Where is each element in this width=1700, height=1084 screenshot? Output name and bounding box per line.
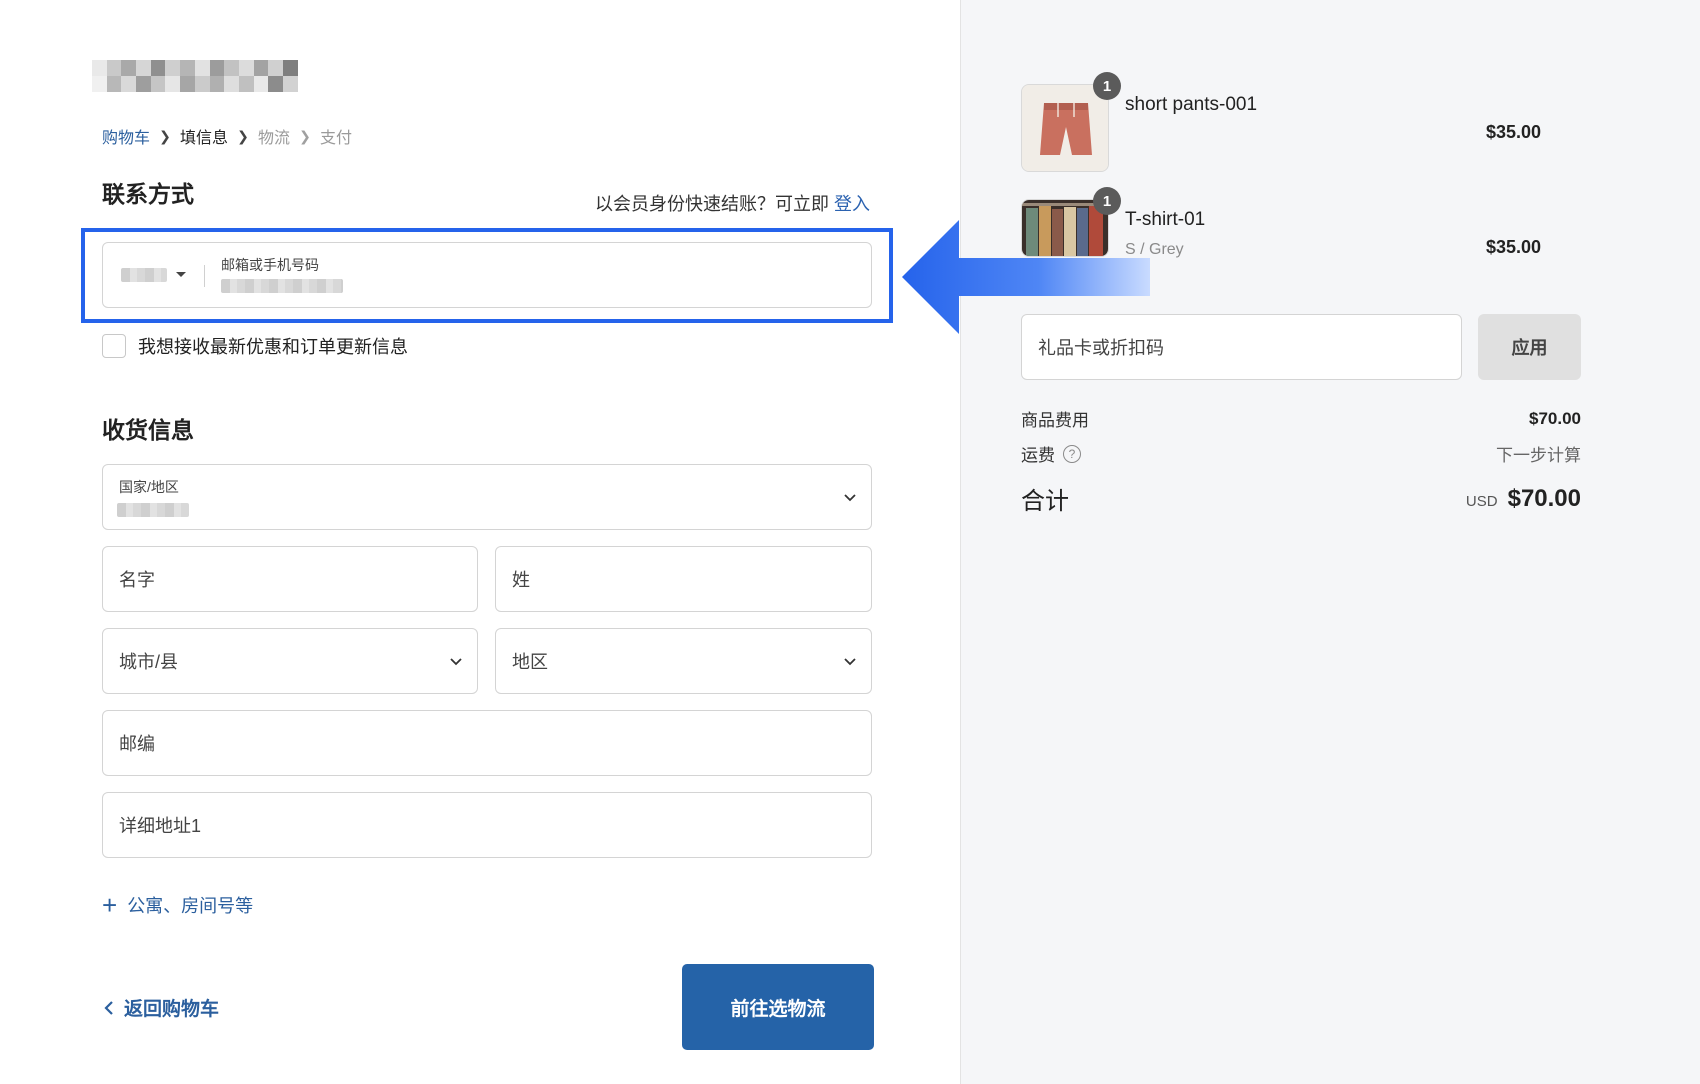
- discount-code-placeholder: 礼品卡或折扣码: [1038, 338, 1164, 358]
- shipping-row: 运费 ? 下一步计算: [1021, 441, 1581, 466]
- total-value: $70.00: [1507, 484, 1581, 512]
- shorts-image: [1022, 85, 1108, 171]
- country-value: [117, 503, 189, 517]
- city-placeholder: 城市/县: [119, 652, 179, 672]
- newsletter-checkbox-row[interactable]: 我想接收最新优惠和订单更新信息: [102, 333, 408, 359]
- chevron-left-icon: [104, 1000, 113, 1015]
- login-prompt-text: 以会员身份快速结账？可立即: [594, 194, 829, 214]
- member-login-prompt: 以会员身份快速结账？可立即 登入: [595, 190, 870, 216]
- item-price: $35.00: [1485, 122, 1541, 142]
- shipping-value: 下一步计算: [1496, 446, 1581, 465]
- country-select[interactable]: 国家/地区: [102, 464, 872, 530]
- arrow-left-annotation-icon: [902, 220, 1150, 334]
- total-label: 合计: [1021, 488, 1069, 515]
- chevron-down-icon: [450, 658, 462, 666]
- item-name: short pants-001: [1125, 94, 1258, 115]
- email-or-phone-field[interactable]: 邮箱或手机号码: [102, 242, 872, 308]
- question-circle-icon[interactable]: ?: [1063, 444, 1081, 463]
- breadcrumb-cart[interactable]: 购物车: [102, 124, 150, 148]
- shipping-label-group: 运费 ?: [1021, 441, 1081, 466]
- breadcrumb-payment: 支付: [320, 130, 353, 147]
- country-code-select[interactable]: [121, 268, 187, 282]
- country-label: 国家/地区: [119, 479, 179, 495]
- field-divider: [204, 265, 205, 287]
- newsletter-checkbox[interactable]: [102, 334, 126, 358]
- last-name-input[interactable]: 姓: [495, 546, 872, 612]
- quantity-badge: 1: [1093, 72, 1121, 100]
- login-link[interactable]: 登入: [834, 194, 870, 214]
- shipping-label: 运费: [1021, 446, 1055, 465]
- last-name-placeholder: 姓: [512, 570, 530, 590]
- subtotal-value: $70.00: [1529, 408, 1581, 428]
- plus-icon: +: [102, 890, 118, 920]
- email-or-phone-label: 邮箱或手机号码: [221, 257, 319, 273]
- chevron-right-icon: ❯: [159, 127, 171, 144]
- total-row: 合计 USD $70.00: [1021, 481, 1581, 516]
- order-summary-panel: 1 short pants-001 $35.00 1 T-shirt-01 S …: [960, 0, 1700, 1084]
- email-or-phone-value: [221, 279, 343, 293]
- quantity-badge: 1: [1093, 187, 1121, 215]
- region-select[interactable]: 地区: [495, 628, 872, 694]
- chevron-right-icon: ❯: [299, 127, 311, 144]
- product-thumbnail: [1021, 84, 1109, 172]
- item-price: $35.00: [1485, 237, 1541, 257]
- country-code-value: [121, 268, 167, 282]
- newsletter-label: 我想接收最新优惠和订单更新信息: [138, 337, 408, 357]
- chevron-down-icon: [844, 658, 856, 666]
- total-amount: USD $70.00: [1466, 485, 1581, 513]
- address1-input[interactable]: 详细地址1: [102, 792, 872, 858]
- caret-down-icon: [176, 272, 186, 277]
- region-placeholder: 地区: [512, 652, 548, 672]
- store-logo[interactable]: [92, 60, 298, 92]
- zip-input[interactable]: 邮编: [102, 710, 872, 776]
- add-address2-link[interactable]: + 公寓、房间号等: [102, 892, 253, 918]
- continue-to-shipping-button[interactable]: 前往选物流: [682, 964, 874, 1050]
- checkout-form-panel: 购物车 ❯ 填信息 ❯ 物流 ❯ 支付 联系方式 以会员身份快速结账？可立即 登…: [0, 0, 960, 1084]
- cart-item: 1 short pants-001 $35.00: [1021, 72, 1541, 174]
- first-name-input[interactable]: 名字: [102, 546, 478, 612]
- zip-placeholder: 邮编: [119, 734, 155, 754]
- breadcrumb-info: 填信息: [180, 130, 229, 147]
- shipping-section-title: 收货信息: [102, 417, 194, 443]
- apply-discount-button[interactable]: 应用: [1478, 314, 1581, 380]
- chevron-right-icon: ❯: [237, 127, 249, 144]
- contact-section-title: 联系方式: [102, 181, 194, 207]
- back-to-cart-link[interactable]: 返回购物车: [104, 994, 219, 1021]
- subtotal-label: 商品费用: [1021, 411, 1089, 430]
- subtotal-row: 商品费用 $70.00: [1021, 406, 1581, 431]
- currency-code: USD: [1465, 492, 1498, 510]
- back-to-cart-label: 返回购物车: [124, 999, 220, 1020]
- breadcrumb-shipping: 物流: [258, 130, 291, 147]
- breadcrumb: 购物车 ❯ 填信息 ❯ 物流 ❯ 支付: [102, 124, 352, 148]
- address1-placeholder: 详细地址1: [119, 816, 202, 836]
- first-name-placeholder: 名字: [119, 570, 155, 590]
- add-address2-label: 公寓、房间号等: [127, 896, 254, 916]
- chevron-down-icon: [844, 494, 856, 502]
- city-select[interactable]: 城市/县: [102, 628, 478, 694]
